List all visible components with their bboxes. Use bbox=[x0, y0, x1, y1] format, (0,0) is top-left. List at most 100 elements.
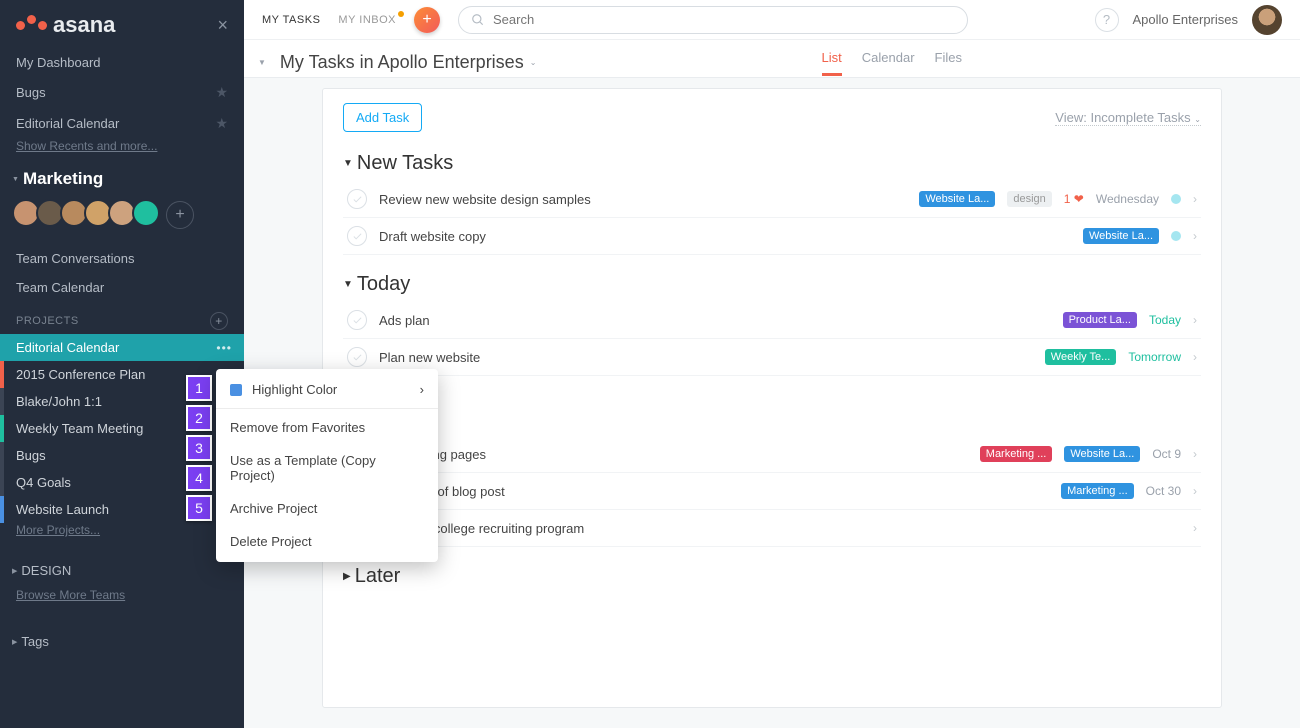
chevron-right-icon[interactable]: › bbox=[1193, 350, 1197, 364]
chevron-right-icon[interactable]: › bbox=[1193, 192, 1197, 206]
ctx-archive[interactable]: Archive Project bbox=[216, 492, 438, 525]
task-tag[interactable]: Weekly Te... bbox=[1045, 349, 1117, 365]
task-tag[interactable]: Marketing ... bbox=[1061, 483, 1134, 499]
sidebar-tags[interactable]: ▶Tags bbox=[0, 624, 244, 655]
ctx-use-template[interactable]: Use as a Template (Copy Project) bbox=[216, 444, 438, 492]
annotation-callouts: 12345 bbox=[186, 375, 212, 525]
chevron-right-icon: ▶ bbox=[12, 567, 17, 575]
sidebar-project[interactable]: Editorial Calendar••• bbox=[0, 334, 244, 361]
task-due: Today bbox=[1149, 313, 1181, 327]
complete-checkbox[interactable] bbox=[347, 189, 367, 209]
complete-checkbox[interactable] bbox=[347, 347, 367, 367]
chevron-right-icon[interactable]: › bbox=[1193, 229, 1197, 243]
assignee-dot-icon[interactable] bbox=[1171, 194, 1181, 204]
sidebar-team-conversations[interactable]: Team Conversations bbox=[0, 244, 244, 273]
main-area: MY TASKS MY INBOX + ? Apollo Enterprises… bbox=[244, 0, 1300, 728]
ctx-highlight-color[interactable]: Highlight Color › bbox=[216, 373, 438, 406]
notification-dot-icon bbox=[398, 11, 404, 17]
task-row[interactable]: Ads plan Product La... Today › bbox=[343, 302, 1201, 339]
tab-my-inbox[interactable]: MY INBOX bbox=[338, 14, 396, 26]
sidebar-show-recents[interactable]: Show Recents and more... bbox=[0, 139, 244, 159]
chevron-right-icon: ▶ bbox=[12, 638, 17, 646]
task-name: Review new website design samples bbox=[379, 192, 591, 207]
projects-heading: PROJECTS+ bbox=[0, 302, 244, 334]
section-later[interactable]: ▶Later bbox=[343, 565, 1201, 588]
task-tag[interactable]: Product La... bbox=[1063, 312, 1137, 328]
view-tab-list[interactable]: List bbox=[822, 50, 842, 76]
task-tag[interactable]: Website La... bbox=[1083, 228, 1159, 244]
sidebar-team-calendar[interactable]: Team Calendar bbox=[0, 273, 244, 302]
section-new-tasks[interactable]: ▼New Tasks bbox=[343, 152, 1201, 175]
logo: asana bbox=[16, 12, 115, 38]
ctx-delete[interactable]: Delete Project bbox=[216, 525, 438, 558]
star-icon[interactable]: ★ bbox=[215, 84, 228, 101]
task-due: Oct 30 bbox=[1146, 484, 1181, 498]
view-tab-files[interactable]: Files bbox=[935, 50, 962, 76]
chevron-right-icon[interactable]: › bbox=[1193, 484, 1197, 498]
add-member-button[interactable]: + bbox=[166, 201, 194, 229]
add-task-button[interactable]: Add Task bbox=[343, 103, 422, 132]
task-tag[interactable]: Website La... bbox=[1064, 446, 1140, 462]
view-selector[interactable]: View: Incomplete Tasks ⌄ bbox=[1055, 110, 1201, 126]
task-row[interactable]: Email for college recruiting program › bbox=[343, 510, 1201, 547]
search-box[interactable] bbox=[458, 6, 968, 34]
add-project-button[interactable]: + bbox=[210, 312, 228, 330]
annotation-badge: 2 bbox=[186, 405, 212, 431]
annotation-badge: 4 bbox=[186, 465, 212, 491]
sidebar: asana × My Dashboard Bugs★ Editorial Cal… bbox=[0, 0, 244, 728]
section-today[interactable]: ▼Today bbox=[343, 273, 1201, 296]
chevron-right-icon[interactable]: › bbox=[1193, 313, 1197, 327]
assignee-dot-icon[interactable] bbox=[1171, 231, 1181, 241]
task-row[interactable]: First draft of blog post Marketing ...Oc… bbox=[343, 473, 1201, 510]
team-avatars: + bbox=[0, 195, 244, 244]
sidebar-my-dashboard[interactable]: My Dashboard bbox=[0, 48, 244, 77]
help-button[interactable]: ? bbox=[1095, 8, 1119, 32]
sidebar-fav-editorial[interactable]: Editorial Calendar★ bbox=[0, 108, 244, 139]
page-title: My Tasks in Apollo Enterprises⌄ bbox=[280, 52, 536, 73]
logo-text: asana bbox=[53, 12, 115, 38]
annotation-badge: 5 bbox=[186, 495, 212, 521]
quick-add-button[interactable]: + bbox=[414, 7, 440, 33]
project-context-menu: Highlight Color › Remove from Favorites … bbox=[216, 369, 438, 562]
team-heading-marketing[interactable]: ▼Marketing bbox=[0, 159, 244, 195]
heart-icon[interactable]: 1 ❤ bbox=[1064, 192, 1084, 206]
star-icon[interactable]: ★ bbox=[215, 115, 228, 132]
task-tag[interactable]: design bbox=[1007, 191, 1051, 207]
task-row[interactable]: Plan new website Weekly Te...Tomorrow › bbox=[343, 339, 1201, 376]
sidebar-browse-teams[interactable]: Browse More Teams bbox=[0, 588, 244, 608]
task-due: Wednesday bbox=[1096, 192, 1159, 206]
user-avatar[interactable] bbox=[1252, 5, 1282, 35]
chevron-down-icon[interactable]: ⌄ bbox=[530, 58, 537, 67]
chevron-down-icon: ▼ bbox=[343, 158, 353, 169]
color-swatch-icon bbox=[230, 384, 242, 396]
subheader: ▼ My Tasks in Apollo Enterprises⌄ List C… bbox=[244, 40, 1300, 78]
more-dots-icon[interactable]: ••• bbox=[216, 341, 232, 355]
task-name: Plan new website bbox=[379, 350, 480, 365]
complete-checkbox[interactable] bbox=[347, 226, 367, 246]
view-tab-calendar[interactable]: Calendar bbox=[862, 50, 915, 76]
ctx-remove-favorite[interactable]: Remove from Favorites bbox=[216, 411, 438, 444]
search-input[interactable] bbox=[493, 12, 955, 27]
task-row[interactable]: Review new website design samples Websit… bbox=[343, 181, 1201, 218]
avatar[interactable] bbox=[132, 199, 160, 227]
chevron-down-icon[interactable]: ▼ bbox=[258, 58, 266, 67]
logo-icon bbox=[16, 21, 47, 30]
workspace-switcher[interactable]: Apollo Enterprises bbox=[1133, 12, 1239, 27]
chevron-down-icon: ▼ bbox=[12, 176, 19, 183]
topbar: MY TASKS MY INBOX + ? Apollo Enterprises bbox=[244, 0, 1300, 40]
chevron-right-icon[interactable]: › bbox=[1193, 447, 1197, 461]
sidebar-fav-bugs[interactable]: Bugs★ bbox=[0, 77, 244, 108]
task-tag[interactable]: Marketing ... bbox=[980, 446, 1053, 462]
sidebar-more-projects[interactable]: More Projects... bbox=[0, 523, 244, 543]
chevron-down-icon: ▼ bbox=[343, 279, 353, 290]
task-tag[interactable]: Website La... bbox=[919, 191, 995, 207]
tab-my-tasks[interactable]: MY TASKS bbox=[262, 14, 320, 26]
task-name: Ads plan bbox=[379, 313, 430, 328]
team-heading-design[interactable]: ▶DESIGN bbox=[0, 553, 244, 584]
close-icon[interactable]: × bbox=[217, 15, 228, 36]
complete-checkbox[interactable] bbox=[347, 310, 367, 330]
annotation-badge: 1 bbox=[186, 375, 212, 401]
task-row[interactable]: Draft website copy Website La... › bbox=[343, 218, 1201, 255]
task-row[interactable]: Edit landing pages Marketing ...Website … bbox=[343, 436, 1201, 473]
chevron-right-icon[interactable]: › bbox=[1193, 521, 1197, 535]
